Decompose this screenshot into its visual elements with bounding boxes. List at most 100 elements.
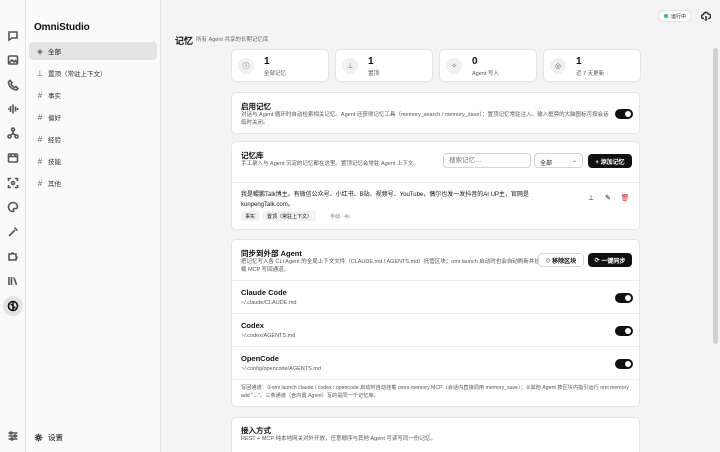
stat-value: 1 xyxy=(368,56,374,67)
tool-row-claude-code: Claude Code ~/.claude/CLAUDE.md xyxy=(241,288,296,306)
globe-icon: ◎ xyxy=(550,58,566,74)
divider xyxy=(232,346,639,347)
settings-button[interactable]: 设置 xyxy=(34,432,63,443)
icon-rail xyxy=(0,0,26,452)
scan-icon[interactable] xyxy=(6,176,20,190)
sidebar-item-label: 经验 xyxy=(48,137,61,144)
pin-icon: ⊥ xyxy=(342,58,358,74)
divider xyxy=(232,313,639,314)
add-memory-button[interactable]: + 添加记忆 xyxy=(588,154,632,168)
memory-entry-text: 我是鲲鹏Talk博主。有微信公众号、小红书、B站、视频号、YouTube，偶尔也… xyxy=(241,192,529,208)
hash-icon: # xyxy=(37,156,43,166)
stat-label: 置顶 xyxy=(368,71,380,77)
chevron-down-icon: ⌄ xyxy=(571,158,577,164)
toggle-opencode[interactable] xyxy=(615,359,633,369)
hash-icon: # xyxy=(37,134,43,144)
sidebar-item-label: 置顶（常驻上下文） xyxy=(48,71,107,78)
top-bar: 运行中 xyxy=(161,0,720,34)
tool-path: ~/.config/opencode/AGENTS.md xyxy=(241,366,321,372)
sidebar-item-label: 事实 xyxy=(48,93,61,100)
sparkle-icon: ✧ xyxy=(446,58,462,74)
sidebar-item-label: 其他 xyxy=(48,181,61,188)
sync-all-button[interactable]: ⟳ 一键同步 xyxy=(588,253,632,267)
edit-memory-button[interactable]: ✎ xyxy=(603,193,613,203)
status-dot xyxy=(664,14,668,18)
palette-icon[interactable] xyxy=(6,200,20,214)
memory-search-input[interactable] xyxy=(443,153,531,168)
layers-icon: ◈ xyxy=(36,46,44,56)
pin-memory-button[interactable]: ⊥ xyxy=(586,193,596,203)
phone-icon[interactable] xyxy=(6,78,20,92)
delete-memory-button[interactable]: 🗑 xyxy=(620,193,630,203)
tool-row-opencode: OpenCode ~/.config/opencode/AGENTS.md xyxy=(241,354,321,372)
tool-name: Claude Code xyxy=(241,288,287,297)
library-desc: 手工录入与 Agent 沉淀的记忆都在这里。置顶记忆会常驻 Agent 上下文。 xyxy=(241,161,419,167)
remove-block-label: 移除区块 xyxy=(552,258,577,265)
stat-pinned: ⊥ 1 置顶 xyxy=(335,49,433,82)
waveform-icon[interactable] xyxy=(6,102,20,116)
chat-icon[interactable] xyxy=(6,29,20,43)
settings-label: 设置 xyxy=(48,433,63,442)
divider xyxy=(232,280,639,281)
tool-name: Codex xyxy=(241,321,264,330)
refresh-icon: ⟳ xyxy=(594,257,602,264)
sidebar-item-facts[interactable]: # 事实 xyxy=(29,86,157,104)
toggle-claude-code[interactable] xyxy=(615,293,633,303)
writeback-note: 写回通道：①omi launch claude / codex / openco… xyxy=(241,385,629,399)
wand-icon[interactable] xyxy=(6,225,20,239)
brain-icon[interactable] xyxy=(3,296,23,316)
stat-agent-writes: ✧ 0 Agent 写入 xyxy=(439,49,537,82)
sidebar-item-pinned[interactable]: ⊥ 置顶（常驻上下文） xyxy=(29,64,157,82)
puzzle-icon[interactable] xyxy=(6,249,20,263)
access-method-card: 接入方式 REST + MCP 纯本地网关对外开放，任意顺序与其他 Agent … xyxy=(231,417,640,452)
sync-all-label: 一键同步 xyxy=(601,258,626,265)
sync-external-card: 同步到外部 Agent 把记忆写入各 CLI Agent 的全局上下文文件（CL… xyxy=(231,239,640,407)
tool-name: OpenCode xyxy=(241,354,279,363)
film-icon[interactable] xyxy=(6,151,20,165)
pin-icon: ⊥ xyxy=(36,68,44,78)
hash-icon: # xyxy=(37,90,43,100)
page-title: 记忆 xyxy=(175,36,194,46)
hash-icon: # xyxy=(37,112,43,122)
tool-row-codex: Codex ~/.codex/AGENTS.md xyxy=(241,321,295,339)
info-icon: ⓘ xyxy=(238,58,254,74)
memory-filter-select[interactable]: 全部 ⌄ xyxy=(534,153,583,168)
hash-icon: # xyxy=(37,178,43,188)
main-scrollbar[interactable] xyxy=(713,48,718,344)
stat-all-memories: ⓘ 1 全部记忆 xyxy=(231,49,329,82)
cloud-sync-button[interactable] xyxy=(699,9,713,23)
stat-value: 0 xyxy=(472,56,478,67)
sidebar-item-all[interactable]: ◈ 全部 xyxy=(29,42,157,60)
filter-value: 全部 xyxy=(540,161,553,167)
library-icon[interactable] xyxy=(6,274,20,288)
stat-recent-updates: ◎ 1 近 7 天更新 xyxy=(543,49,641,82)
enable-memory-toggle[interactable] xyxy=(615,109,633,119)
sidebar-item-label: 全部 xyxy=(48,49,61,56)
memory-meta: 手动 · 4s xyxy=(330,214,350,220)
sidebar-item-preferences[interactable]: # 偏好 xyxy=(29,108,157,126)
sidebar-item-skills[interactable]: # 技能 xyxy=(29,152,157,170)
cloud-icon xyxy=(701,11,711,21)
app-name: OmniStudio xyxy=(34,22,90,33)
toggle-codex[interactable] xyxy=(615,326,633,336)
sidebar-item-experience[interactable]: # 经验 xyxy=(29,130,157,148)
divider xyxy=(232,379,639,380)
stat-label: 近 7 天更新 xyxy=(576,71,605,77)
memory-tag: 置顶（常驻上下文） xyxy=(263,211,317,221)
stat-label: 全部记忆 xyxy=(264,71,287,77)
image-icon[interactable] xyxy=(6,53,20,67)
page-subtitle: 所有 Agent 共享的长期记忆库 xyxy=(196,37,269,43)
sidebar-nav: ◈ 全部 ⊥ 置顶（常驻上下文） # 事实 # 偏好 # 经验 # 技能 # 其他 xyxy=(29,42,157,196)
status-text: 运行中 xyxy=(671,13,687,20)
nodes-icon[interactable] xyxy=(6,126,20,140)
sidebar: OmniStudio ◈ 全部 ⊥ 置顶（常驻上下文） # 事实 # 偏好 # 经验 # 技… xyxy=(26,0,161,452)
tool-path: ~/.codex/AGENTS.md xyxy=(241,333,296,339)
remove-block-button[interactable]: ◇ 移除区块 xyxy=(538,253,584,267)
sidebar-item-other[interactable]: # 其他 xyxy=(29,174,157,192)
divider xyxy=(232,182,639,183)
access-desc: REST + MCP 纯本地网关对外开放，任意顺序与其他 Agent 可读写同一… xyxy=(241,436,436,442)
tool-path: ~/.claude/CLAUDE.md xyxy=(241,300,297,306)
enable-memory-desc: 对话与 Agent 循环时自动检索相关记忆。Agent 还获得记忆工具（memo… xyxy=(241,112,609,126)
sliders-icon[interactable] xyxy=(6,429,20,443)
enable-memory-card: 启用记忆 对话与 Agent 循环时自动检索相关记忆。Agent 还获得记忆工具… xyxy=(231,92,640,134)
